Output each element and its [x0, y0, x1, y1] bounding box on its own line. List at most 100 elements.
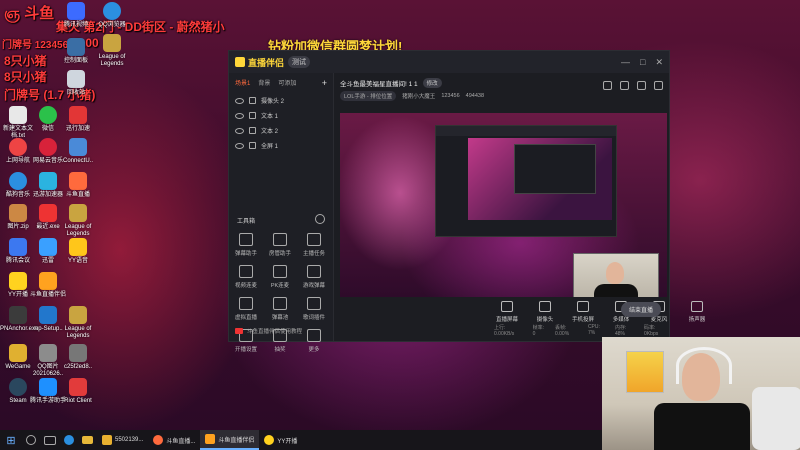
desktop-icon[interactable]: ConnectU.. [60, 138, 96, 165]
source-item[interactable]: 摄像头 2 [229, 93, 333, 108]
tutorial-link[interactable]: 斗鱼直播伴侣使用教程 [235, 327, 302, 335]
app-icon [9, 172, 27, 190]
streaming-app-window[interactable]: 直播伴侣 测试 — □ ✕ 场景1 背景 可添加 + 摄像头 2 文本 1 文本… [228, 50, 705, 353]
eye-icon[interactable] [235, 127, 244, 134]
tool-icon [307, 233, 321, 246]
lock-icon[interactable] [249, 142, 256, 149]
stream-preview[interactable] [340, 113, 667, 297]
wall-poster [626, 351, 664, 393]
app-icon [39, 138, 57, 156]
nested-preview-window [435, 125, 617, 237]
taskbar-app-active[interactable]: 斗鱼直播伴侣 [200, 430, 260, 450]
tab-addable[interactable]: 可添加 [278, 78, 296, 88]
tool-button[interactable]: 弹幕助手 [229, 233, 263, 257]
app-icon [9, 272, 27, 290]
tool-icon [273, 233, 287, 246]
desktop-icon[interactable]: League of Legends [94, 34, 130, 68]
phone-cast-button[interactable]: 手机投屏 [570, 301, 596, 323]
desktop-icon[interactable]: 腾讯视频 [58, 2, 94, 29]
tab-scene[interactable]: 场景1 [235, 78, 250, 88]
lock-icon[interactable] [249, 127, 256, 134]
video-icon [235, 328, 243, 334]
app-icon [9, 204, 27, 222]
tool-button[interactable]: PK连麦 [263, 265, 297, 289]
toolbox-title: 工具箱 [237, 219, 256, 225]
add-scene-icon[interactable]: + [322, 78, 327, 88]
taskbar-app[interactable]: 斗鱼直播... [148, 431, 200, 449]
message-icon[interactable] [637, 81, 646, 90]
room-title: 全斗鱼最美福星直播间! 1 1 [340, 81, 418, 88]
windows-start-icon[interactable]: ⊞ [0, 434, 22, 447]
app-icon [103, 34, 121, 52]
lock-icon[interactable] [249, 97, 256, 104]
close-icon[interactable]: ✕ [655, 57, 663, 68]
lock-icon[interactable] [249, 112, 256, 119]
desktop-icon[interactable]: 迅行加速 [60, 106, 96, 133]
camera-icon [539, 301, 551, 312]
tool-button[interactable]: 房管助手 [263, 233, 297, 257]
viewer-count: 494438 [465, 93, 485, 99]
eye-icon[interactable] [235, 142, 244, 149]
app-icon [9, 238, 27, 256]
app-icon [69, 378, 87, 396]
tool-button[interactable]: 歌词插件 [297, 297, 331, 321]
tool-icon [307, 265, 321, 278]
tool-button[interactable]: 虚拟直播 [229, 297, 263, 321]
go-live-button[interactable]: 结束直播 [620, 302, 661, 317]
settings-icon[interactable] [654, 81, 663, 90]
edit-title-button[interactable]: 修改 [422, 78, 442, 88]
task-view-icon[interactable] [44, 435, 56, 445]
share-icon[interactable] [603, 81, 612, 90]
source-item[interactable]: 文本 1 [229, 108, 333, 123]
tool-button[interactable]: 主播任务 [297, 233, 331, 257]
desktop-icon[interactable]: League of Legends [60, 204, 96, 238]
app-titlebar[interactable]: 直播伴侣 测试 — □ ✕ [229, 51, 669, 73]
speaker-button[interactable]: 扬声器 [684, 301, 710, 323]
eye-icon[interactable] [235, 97, 244, 104]
desktop-icon[interactable]: 斗鱼直播 [60, 172, 96, 199]
tool-button[interactable]: 视频连麦 [229, 265, 263, 289]
folder-icon[interactable] [82, 436, 93, 444]
gift-icon[interactable] [620, 81, 629, 90]
desktop-icon[interactable]: 斗鱼直播伴侣 [30, 272, 66, 299]
room-meta: LOL手游 - 排位位置 猪刚小大魔王 123456 494438 [334, 89, 669, 103]
desktop-icon[interactable]: YY语音 [60, 238, 96, 265]
app-icon [39, 344, 57, 362]
desktop-icon[interactable]: 回收站 [58, 70, 94, 97]
tool-icon [307, 297, 321, 310]
speaker-icon [691, 301, 703, 312]
camera-source-preview[interactable] [573, 253, 659, 297]
source-item[interactable]: 全屏 1 [229, 138, 333, 153]
tool-icon [273, 265, 287, 278]
camera-button[interactable]: 摄像头 [532, 301, 558, 323]
maximize-icon[interactable]: □ [640, 57, 645, 68]
desktop-icon[interactable]: Riot Client [60, 378, 96, 405]
source-item[interactable]: 文本 2 [229, 123, 333, 138]
desktop-icon[interactable]: c25f2ed8.. [60, 344, 96, 371]
tool-button[interactable]: 更多 [297, 329, 331, 353]
search-icon[interactable] [26, 435, 36, 445]
nested-preview-inner [514, 144, 596, 194]
taskbar-app[interactable]: 5502139... [97, 431, 148, 449]
toolbox-grid: 弹幕助手 房管助手 主播任务 视频连麦 PK连麦 游戏弹幕 虚拟直播 弹幕池 歌… [229, 233, 333, 353]
tab-background[interactable]: 背景 [258, 78, 270, 88]
source-controls: 直播屏幕 摄像头 手机投屏 多媒体 麦克风 扬声器 [494, 301, 710, 323]
app-badge[interactable]: 测试 [288, 56, 311, 68]
app-icon [9, 106, 27, 124]
edge-icon[interactable] [64, 435, 74, 445]
desktop-icon[interactable]: QQ浏览器 [94, 2, 130, 29]
screen-capture-button[interactable]: 直播屏幕 [494, 301, 520, 323]
app-icon [9, 378, 27, 396]
app-icon [102, 435, 112, 445]
toolbox-settings-icon[interactable] [315, 214, 325, 224]
app-icon [39, 204, 57, 222]
minimize-icon[interactable]: — [621, 57, 630, 68]
app-icon [69, 172, 87, 190]
tool-button[interactable]: 游戏弹幕 [297, 265, 331, 289]
eye-icon[interactable] [235, 112, 244, 119]
taskbar-app[interactable]: YY开播 [259, 431, 302, 449]
desktop-icon[interactable]: League of Legends [60, 306, 96, 340]
tool-button[interactable]: 弹幕池 [263, 297, 297, 321]
category-select[interactable]: LOL手游 - 排位位置 [340, 91, 397, 101]
desktop-icon[interactable]: 控制面板 [58, 38, 94, 65]
